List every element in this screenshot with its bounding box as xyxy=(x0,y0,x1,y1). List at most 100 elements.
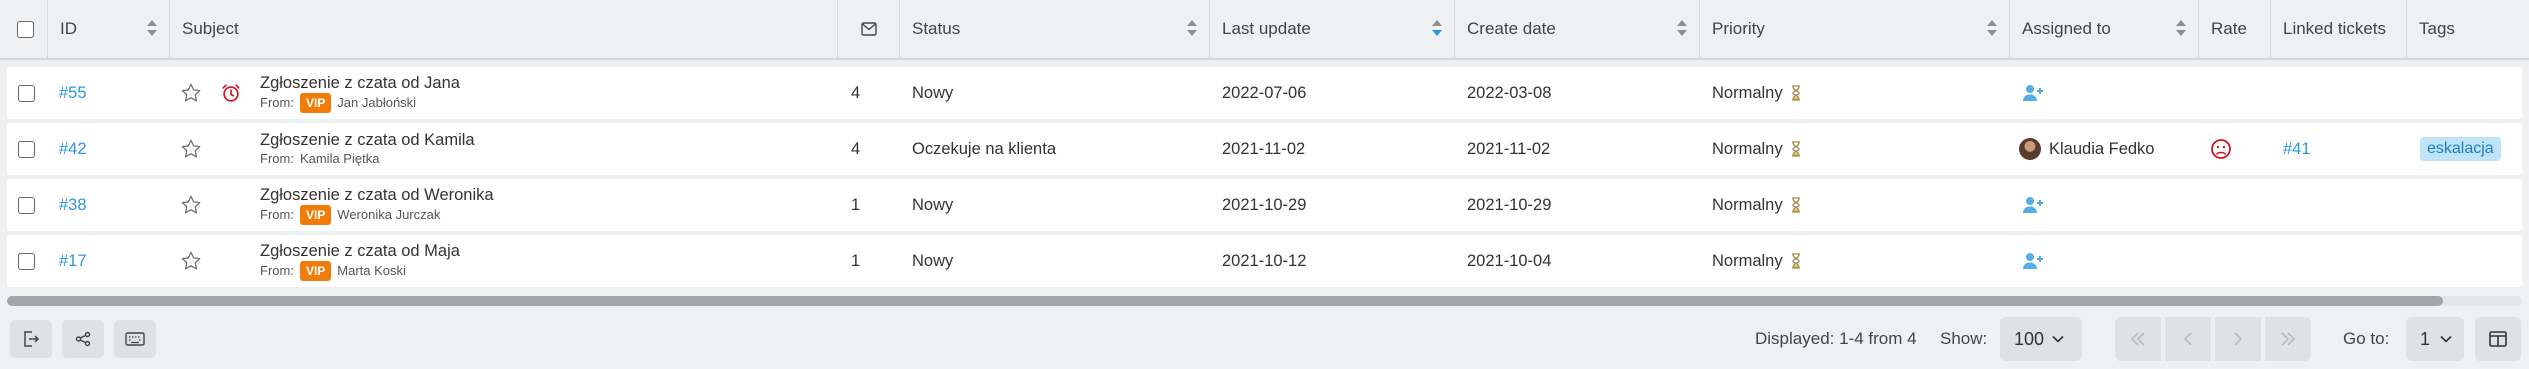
last-page-button[interactable] xyxy=(2265,317,2311,361)
column-header-linked-tickets[interactable]: Linked tickets xyxy=(2271,0,2407,58)
assign-cell xyxy=(2022,179,2044,231)
favorite-cell xyxy=(180,235,202,287)
column-header-status[interactable]: Status xyxy=(900,0,1210,58)
priority-cell: Normalny xyxy=(1712,179,1801,231)
assign-user-icon[interactable] xyxy=(2022,84,2044,102)
row-checkbox[interactable] xyxy=(18,196,35,214)
previous-page-button[interactable] xyxy=(2165,317,2211,361)
row-checkbox[interactable] xyxy=(18,252,35,270)
vip-badge: VIP xyxy=(299,205,332,225)
assign-user-icon[interactable] xyxy=(2022,252,2044,270)
sort-icon[interactable] xyxy=(147,20,157,38)
chevron-down-icon xyxy=(2440,335,2452,343)
ticket-id-cell: #17 xyxy=(59,235,87,287)
column-header-messages[interactable] xyxy=(838,0,900,58)
priority-cell: Normalny xyxy=(1712,123,1801,175)
tickets-view: ID Subject Status Last update Create dat… xyxy=(0,0,2529,369)
column-header-priority[interactable]: Priority xyxy=(1700,0,2010,58)
row-checkbox[interactable] xyxy=(18,84,35,102)
next-page-button[interactable] xyxy=(2215,317,2261,361)
row-select-cell xyxy=(18,67,35,119)
sort-icon[interactable] xyxy=(1677,20,1687,38)
ticket-id-link[interactable]: #38 xyxy=(59,196,87,215)
hourglass-icon xyxy=(1791,197,1800,213)
row-checkbox[interactable] xyxy=(18,140,35,158)
column-settings-button[interactable] xyxy=(2475,317,2521,361)
column-header-assigned-to[interactable]: Assigned to xyxy=(2010,0,2199,58)
table-row[interactable]: #38 Zgłoszenie z czata od Weronika From:… xyxy=(7,179,2522,231)
assign-user-icon[interactable] xyxy=(2022,196,2044,214)
sort-desc-icon[interactable] xyxy=(1432,20,1442,38)
export-button[interactable] xyxy=(10,320,52,358)
table-row[interactable]: #42 Zgłoszenie z czata od Kamila From: K… xyxy=(7,123,2522,175)
column-header-tags[interactable]: Tags xyxy=(2407,0,2529,58)
last-update-cell: 2021-11-02 xyxy=(1222,139,1306,158)
ticket-id-cell: #55 xyxy=(59,67,87,119)
last-update-cell: 2021-10-29 xyxy=(1222,195,1307,214)
goto-label: Go to: xyxy=(2343,329,2390,348)
goto-page-select[interactable]: 1 xyxy=(2406,317,2464,361)
row-select-cell xyxy=(18,123,35,175)
subject-cell[interactable]: Zgłoszenie z czata od Kamila From: Kamil… xyxy=(260,123,475,175)
subject-cell[interactable]: Zgłoszenie z czata od Weronika From: VIP… xyxy=(260,179,494,231)
subject-title[interactable]: Zgłoszenie z czata od Weronika xyxy=(260,185,494,205)
status-cell: Nowy xyxy=(912,251,954,270)
displayed-count: Displayed: 1-4 from 4 xyxy=(1755,329,1917,348)
table-row[interactable]: #17 Zgłoszenie z czata od Maja From: VIP… xyxy=(7,235,2522,287)
subject-title[interactable]: Zgłoszenie z czata od Maja xyxy=(260,241,460,261)
sort-icon[interactable] xyxy=(2176,20,2186,38)
sort-icon[interactable] xyxy=(1187,20,1197,38)
sort-icon[interactable] xyxy=(1987,20,1997,38)
page-size-select[interactable]: 100 xyxy=(2000,317,2082,361)
assign-cell xyxy=(2022,235,2044,287)
favorite-cell xyxy=(180,67,202,119)
column-header-create-date[interactable]: Create date xyxy=(1455,0,1700,58)
create-date-cell: 2021-11-02 xyxy=(1467,139,1551,158)
subject-cell[interactable]: Zgłoszenie z czata od Jana From: VIP Jan… xyxy=(260,67,460,119)
create-date-cell: 2021-10-29 xyxy=(1467,195,1552,214)
assignee-name: Klaudia Fedko xyxy=(2049,139,2155,158)
share-button[interactable] xyxy=(62,320,104,358)
last-update-cell: 2022-07-06 xyxy=(1222,83,1307,102)
ticket-id-link[interactable]: #17 xyxy=(59,252,87,271)
horizontal-scrollbar[interactable] xyxy=(7,296,2522,306)
subject-from: From: VIP Jan Jabłoński xyxy=(260,93,416,113)
star-icon[interactable] xyxy=(180,194,202,216)
subject-title[interactable]: Zgłoszenie z czata od Jana xyxy=(260,73,460,93)
column-header-subject[interactable]: Subject xyxy=(170,0,838,58)
from-label: From: xyxy=(260,263,294,278)
keyboard-icon xyxy=(125,332,145,346)
ticket-id-link[interactable]: #42 xyxy=(59,140,87,159)
hourglass-icon xyxy=(1791,85,1800,101)
tag-badge[interactable]: eskalacja xyxy=(2420,137,2501,161)
star-icon[interactable] xyxy=(180,82,202,104)
column-header-last-update[interactable]: Last update xyxy=(1210,0,1455,58)
linked-ticket-link[interactable]: #41 xyxy=(2283,140,2311,159)
subject-title[interactable]: Zgłoszenie z czata od Kamila xyxy=(260,130,475,150)
chevron-down-icon xyxy=(2052,335,2064,343)
star-icon[interactable] xyxy=(180,138,202,160)
subject-cell[interactable]: Zgłoszenie z czata od Maja From: VIP Mar… xyxy=(260,235,460,287)
column-header-rate[interactable]: Rate xyxy=(2199,0,2271,58)
chevron-right-icon xyxy=(2234,332,2243,346)
star-icon[interactable] xyxy=(180,250,202,272)
column-header-label: Tags xyxy=(2419,19,2455,38)
priority-label: Normalny xyxy=(1712,195,1783,214)
from-name: Jan Jabłoński xyxy=(337,95,417,110)
select-all-checkbox[interactable] xyxy=(17,20,34,38)
double-chevron-left-icon xyxy=(2130,332,2145,346)
show-label: Show: xyxy=(1940,329,1988,348)
chevron-left-icon xyxy=(2183,332,2192,346)
scrollbar-thumb[interactable] xyxy=(7,296,2443,306)
ticket-id-link[interactable]: #55 xyxy=(59,84,87,103)
subject-from: From: VIP Weronika Jurczak xyxy=(260,205,440,225)
from-name: Marta Koski xyxy=(337,263,406,278)
first-page-button[interactable] xyxy=(2115,317,2161,361)
from-name: Kamila Piętka xyxy=(299,151,380,166)
keyboard-shortcuts-button[interactable] xyxy=(114,320,156,358)
column-header-label: Priority xyxy=(1712,19,1765,38)
column-header-id[interactable]: ID xyxy=(48,0,170,58)
table-row[interactable]: #55 Zgłoszenie z czata od Jana From: VIP… xyxy=(7,67,2522,119)
assignee-cell[interactable]: Klaudia Fedko xyxy=(2019,123,2155,175)
priority-label: Normalny xyxy=(1712,83,1783,102)
